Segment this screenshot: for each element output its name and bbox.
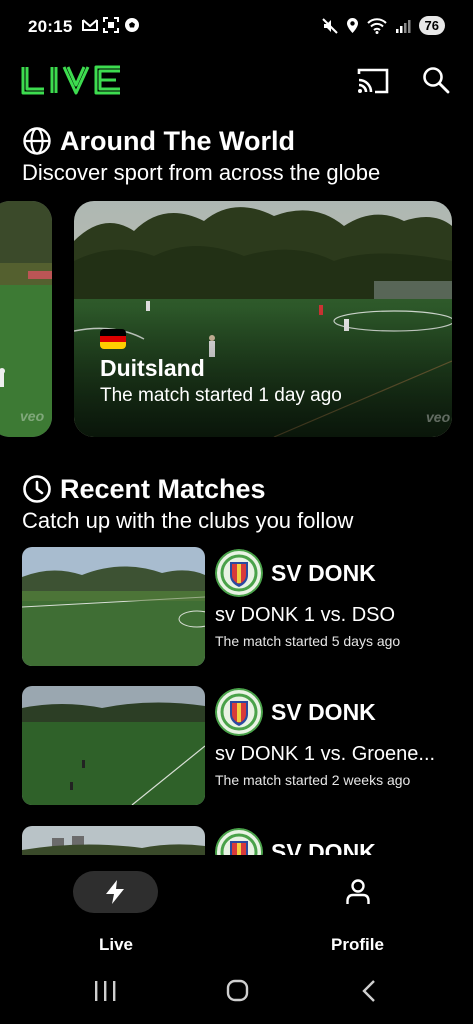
- wifi-icon: [366, 17, 387, 34]
- club-name: SV DONK: [271, 560, 376, 586]
- carousel-card-duitsland[interactable]: Duitsland The match started 1 day ago ve…: [74, 201, 452, 437]
- match-title: sv DONK 1 vs. Groene...: [215, 743, 436, 765]
- card-time: The match started 1 day ago: [100, 385, 342, 406]
- nav-label: Profile: [331, 935, 384, 954]
- lightning-icon: [106, 880, 124, 904]
- match-thumbnail: [22, 547, 205, 666]
- club-badge-icon: [215, 549, 263, 597]
- match-time: The match started 5 days ago: [215, 633, 401, 649]
- screenshot-icon: [103, 17, 119, 33]
- club-name: SV DONK: [271, 699, 376, 725]
- notification-icons: [82, 17, 140, 33]
- nav-profile[interactable]: Profile: [322, 871, 394, 954]
- section-title: Recent Matches: [60, 474, 266, 504]
- section-title: Around The World: [60, 126, 295, 156]
- match-thumbnail: veo: [0, 201, 52, 437]
- system-nav-bar: [0, 955, 473, 1024]
- recent-apps-icon[interactable]: [90, 979, 120, 1003]
- match-time: The match started 2 weeks ago: [215, 772, 411, 788]
- match-item[interactable]: SV DONK sv DONK 1 vs. DSO The match star…: [0, 547, 473, 667]
- mute-icon: [321, 17, 338, 34]
- gmail-icon: [82, 19, 98, 31]
- recent-matches-header: Recent Matches Catch up with the clubs y…: [22, 473, 462, 535]
- live-logo: [21, 65, 120, 95]
- germany-flag-icon: [100, 329, 126, 349]
- status-right: 76: [321, 16, 445, 35]
- match-thumbnail: [22, 826, 205, 855]
- status-bar: 20:15 76: [0, 0, 473, 56]
- section-subtitle: Catch up with the clubs you follow: [22, 508, 354, 533]
- search-icon[interactable]: [420, 64, 452, 96]
- cast-icon[interactable]: [356, 66, 390, 96]
- section-subtitle: Discover sport from across the globe: [22, 160, 381, 185]
- carousel-card-previous[interactable]: veo: [0, 201, 52, 437]
- recent-matches-list[interactable]: SV DONK sv DONK 1 vs. DSO The match star…: [0, 547, 473, 855]
- person-icon: [346, 879, 370, 904]
- club-badge-icon: [215, 828, 263, 855]
- battery-badge: 76: [418, 16, 445, 35]
- globe-icon: [23, 127, 51, 155]
- location-icon: [346, 18, 358, 33]
- back-icon[interactable]: [354, 979, 384, 1003]
- status-time: 20:15: [28, 17, 73, 36]
- bottom-nav: Live Profile: [0, 855, 473, 955]
- veo-watermark: veo: [426, 409, 451, 425]
- signal-icon: [395, 19, 411, 33]
- club-badge-icon: [215, 688, 263, 736]
- svg-text:veo: veo: [20, 408, 45, 424]
- clock-icon: [23, 475, 51, 503]
- home-icon[interactable]: [222, 979, 252, 1003]
- around-world-header: Around The World Discover sport from acr…: [22, 125, 462, 187]
- match-item[interactable]: SV DONK sv DONK 1 vs. Groene... The matc…: [0, 686, 473, 806]
- club-name: SV DONK: [271, 839, 376, 855]
- nav-live[interactable]: Live: [70, 871, 160, 954]
- nav-label: Live: [99, 935, 134, 954]
- app-header: [0, 56, 473, 108]
- match-thumbnail: [22, 686, 205, 805]
- match-title: sv DONK 1 vs. DSO: [215, 604, 396, 626]
- match-item[interactable]: SV DONK: [0, 826, 473, 855]
- soccer-ball-icon: [125, 18, 139, 32]
- card-country: Duitsland: [100, 355, 205, 381]
